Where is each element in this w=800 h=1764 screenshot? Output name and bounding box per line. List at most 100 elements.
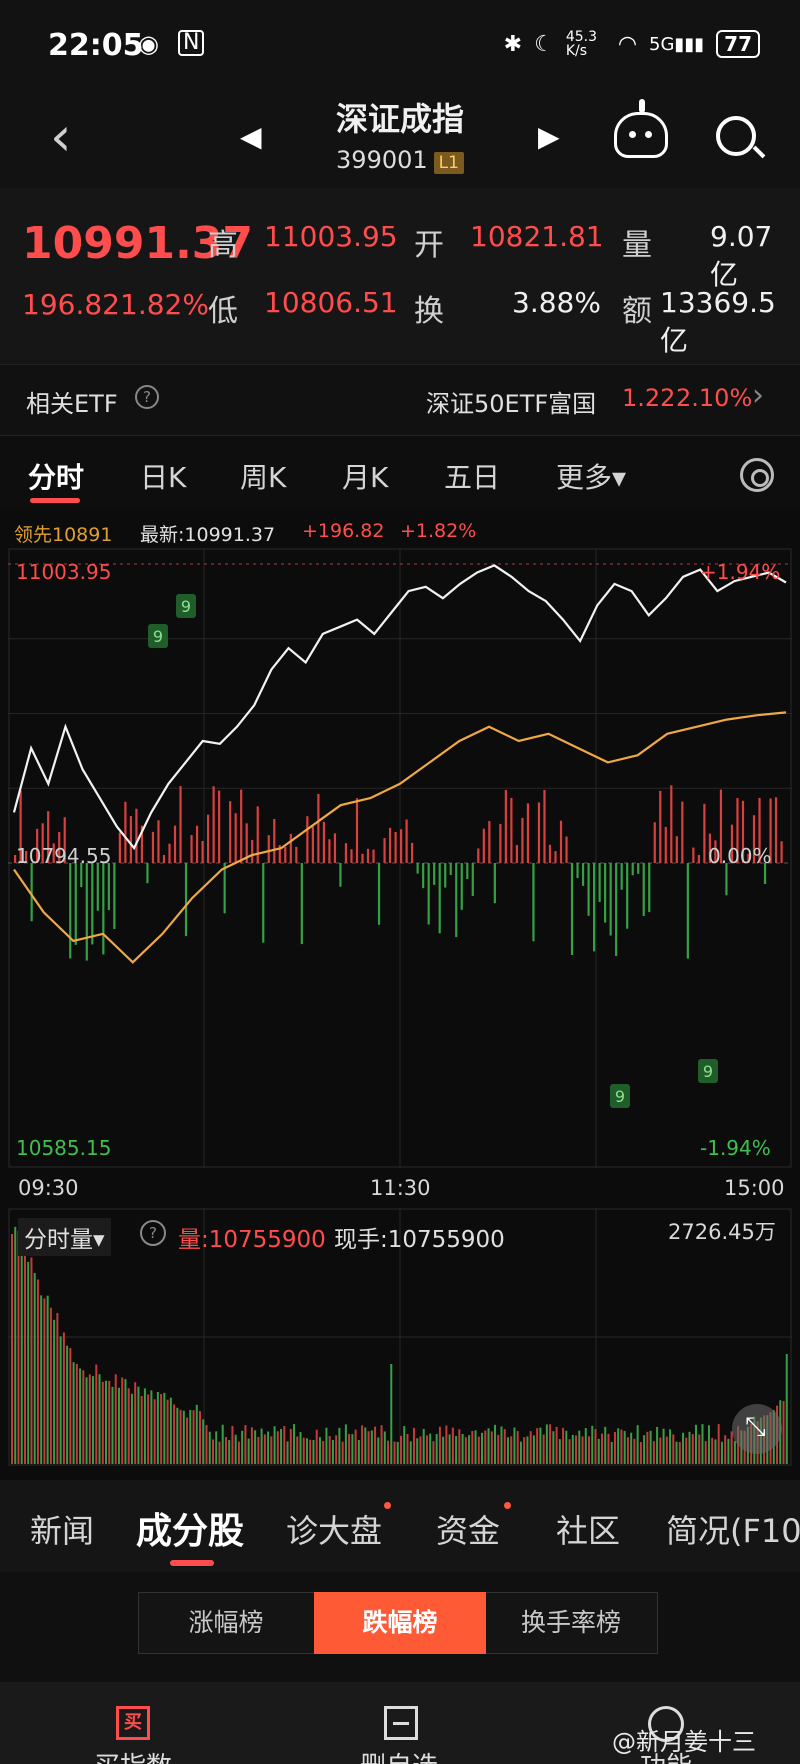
volume-bar-down [448,1434,451,1464]
volume-bar-up [458,1429,461,1464]
down-tick-bar [69,863,72,959]
remove-watchlist-button[interactable]: 删自选 [360,1746,438,1764]
tab-more[interactable]: 更多▾ [556,456,626,496]
rank-turnover-button[interactable]: 换手率榜 [486,1592,656,1654]
settings-icon[interactable] [740,458,774,492]
down-tick-bar [74,863,77,945]
volume-bar-up [549,1424,552,1464]
remove-watchlist-icon[interactable] [384,1706,418,1740]
up-tick-bar [251,839,254,863]
volume-bar-up [490,1431,493,1464]
tab-capital[interactable]: 资金 [436,1506,500,1552]
volume-bar-down [46,1295,49,1464]
volume-bar-up [400,1435,402,1464]
volume-value: 量:10755900 [178,1227,326,1253]
tab-constituents[interactable]: 成分股 [136,1502,244,1554]
volume-bar-down [468,1435,471,1464]
pct-axis-top-label: +1.94% [700,560,781,584]
volume-bar-up [471,1430,474,1464]
tab-community[interactable]: 社区 [556,1506,620,1552]
volume-bar-down [169,1397,172,1464]
rank-gainers-button[interactable]: 涨幅榜 [140,1592,312,1654]
volume-bar-up [646,1431,649,1464]
volume-bar-down [111,1386,114,1464]
volume-bar-up [588,1436,591,1464]
tab-intraday[interactable]: 分时 [28,456,84,496]
volume-bar-down [40,1295,43,1464]
etf-name[interactable]: 深证50ETF富国 [426,384,596,419]
volume-bar-down [195,1404,198,1464]
period-tabs [0,436,800,508]
volume-bar-down [130,1393,133,1464]
fullscreen-icon[interactable] [732,1404,782,1454]
volume-bar-up [82,1370,85,1464]
rank-losers-button[interactable]: 跌幅榜 [314,1592,486,1654]
volume-bar-down [260,1428,263,1464]
tab-daily[interactable]: 日K [140,456,186,496]
index-code: 399001 [336,146,428,174]
volume-mode-dropdown[interactable]: 分时量▾ [18,1218,111,1256]
up-tick-bar [482,828,485,863]
volume-bar-up [607,1433,610,1464]
change-abs: 196.82 [22,288,120,321]
volume-bar-up [199,1411,202,1464]
up-tick-bar [162,854,166,863]
up-tick-bar [537,802,541,863]
volume-bar-down [623,1430,626,1464]
volume-bar-up [361,1425,364,1464]
tab-weekly[interactable]: 周K [240,456,286,496]
down-tick-bar [444,863,447,888]
up-tick-bar [664,826,667,863]
volume-bar-up [134,1382,137,1464]
down-tick-bar [96,863,99,911]
volume-bar-up [186,1417,189,1464]
tab-news[interactable]: 新闻 [30,1506,94,1552]
up-tick-bar [499,823,502,863]
volume-bar-down [98,1374,101,1464]
volume-bar-up [95,1364,98,1464]
assistant-robot-icon[interactable] [614,99,668,158]
chevron-right-icon[interactable]: › [752,378,764,413]
volume-bar-up [445,1425,448,1464]
volume-bar-down [208,1431,211,1464]
down-tick-bar [422,863,425,889]
volume-bar-down [727,1438,730,1464]
down-tick-bar [609,863,612,936]
current-hand-value: 现手:10755900 [334,1227,505,1253]
buy-icon[interactable]: 买 [116,1706,150,1740]
up-tick-bar [306,816,309,863]
tab-monthly[interactable]: 月K [342,456,388,496]
tab-profile[interactable]: 简况(F10 [666,1506,800,1552]
volume-bar-up [542,1434,545,1464]
volume-label: 量 [622,228,652,263]
buy-index-button[interactable]: 买指数 [94,1746,172,1764]
turnover-value: 3.88% [512,286,601,319]
up-tick-bar [322,821,325,863]
volume-bar-down [688,1431,691,1464]
up-tick-bar [554,851,557,863]
search-icon[interactable] [716,116,756,156]
up-tick-bar [273,819,276,863]
down-tick-bar [620,863,623,890]
up-tick-bar [284,846,287,863]
help-icon[interactable]: ? [135,385,159,409]
help-icon[interactable]: ? [140,1220,166,1246]
up-tick-bar [565,836,568,863]
notification-dot [504,1502,511,1509]
volume-bar-down [422,1428,425,1464]
down-tick-bar [416,863,419,874]
signal-marker-label: 9 [181,597,191,616]
volume-bar-down [182,1410,185,1464]
volume-bar-up [425,1435,428,1464]
volume-bar-down [506,1437,509,1464]
intraday-chart[interactable]: 9999 [8,548,792,1168]
tab-diagnosis[interactable]: 诊大盘 [286,1506,382,1552]
high-label: 高 [208,228,238,263]
down-tick-bar [85,863,88,961]
volume-bar-up [406,1434,409,1464]
volume-bar-up [451,1427,454,1464]
turnover-label: 换 [414,294,444,329]
up-tick-bar [190,835,193,863]
y-axis-top-label: 11003.95 [16,560,112,584]
tab-five-day[interactable]: 五日 [444,456,500,496]
